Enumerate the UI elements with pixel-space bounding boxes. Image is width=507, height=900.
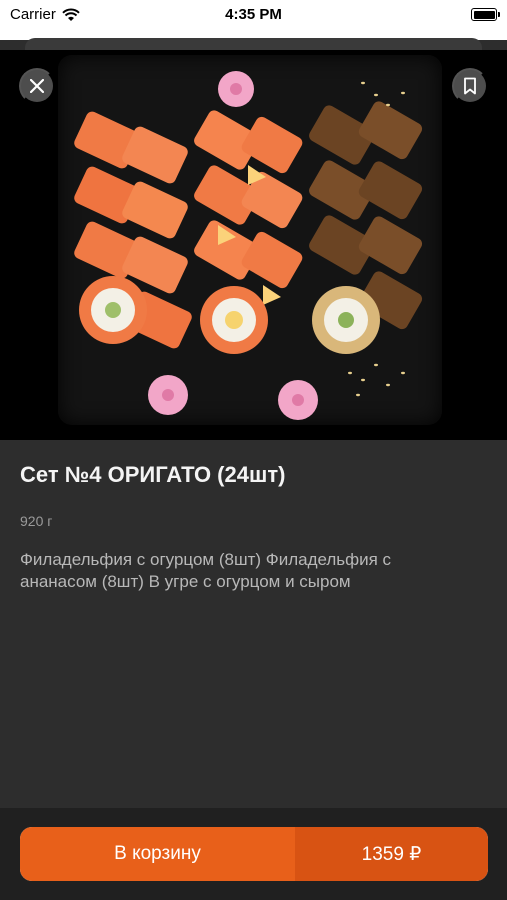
battery-icon bbox=[471, 8, 500, 21]
bookmark-button[interactable] bbox=[452, 68, 488, 104]
product-weight: 920 г bbox=[20, 513, 53, 529]
flower-bottom-left bbox=[148, 375, 188, 415]
salmon-rolls-left bbox=[74, 111, 192, 349]
product-details: Сет №4 ОРИГАТО (24шт) 920 г Филадельфия … bbox=[0, 440, 507, 808]
sushi-illustration bbox=[74, 71, 423, 420]
price-label: 1359 ₽ bbox=[295, 827, 488, 881]
product-title: Сет №4 ОРИГАТО (24шт) bbox=[20, 462, 286, 487]
eel-rolls-right bbox=[309, 101, 423, 354]
flower-bottom-right bbox=[278, 380, 318, 420]
sushi-plate bbox=[58, 55, 442, 425]
status-time: 4:35 PM bbox=[225, 6, 282, 23]
flower-top bbox=[218, 71, 254, 107]
status-bar: Carrier 4:35 PM bbox=[0, 0, 507, 30]
product-image bbox=[0, 50, 507, 440]
product-description: Филадельфия с огурцом (8шт) Филадельфия … bbox=[20, 550, 392, 591]
add-to-cart-label: В корзину bbox=[20, 827, 295, 881]
close-icon bbox=[30, 79, 44, 93]
bottom-bar: В корзину 1359 ₽ bbox=[0, 808, 507, 900]
add-to-cart-button[interactable]: В корзину 1359 ₽ bbox=[20, 827, 488, 881]
salmon-rolls-middle bbox=[194, 110, 303, 354]
close-button[interactable] bbox=[19, 68, 55, 104]
battery-level bbox=[473, 10, 495, 19]
bookmark-icon bbox=[464, 77, 476, 95]
